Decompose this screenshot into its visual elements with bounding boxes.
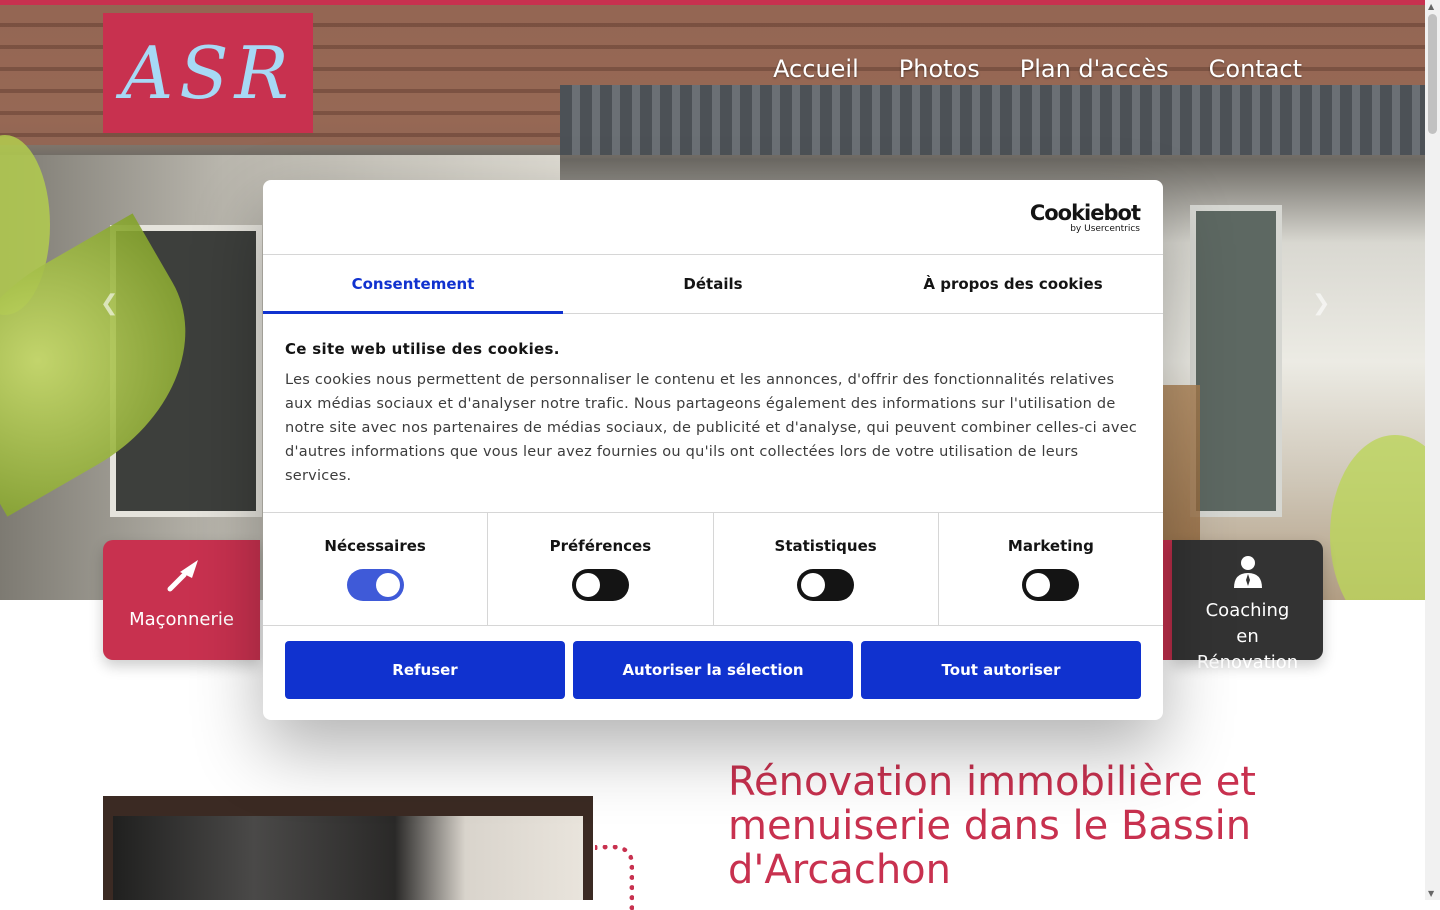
tab-details[interactable]: Détails [563, 255, 863, 313]
toggle-label: Préférences [549, 537, 652, 555]
service-tile-maconnerie[interactable]: Maçonnerie [103, 540, 260, 660]
service-label-line: en [1236, 626, 1259, 647]
page-scrollbar[interactable]: ▲ ▼ [1425, 0, 1440, 900]
toggle-label: Statistiques [774, 537, 877, 555]
toggle-label: Marketing [1007, 537, 1094, 555]
service-label-line: Coaching [1205, 600, 1290, 621]
cookie-consent-dialog: Cookiebot by Usercentrics Consentement D… [263, 180, 1163, 720]
cookie-text: Les cookies nous permettent de personnal… [285, 372, 1138, 484]
cookie-title: Ce site web utilise des cookies. [285, 340, 560, 358]
nav-link-contact[interactable]: Contact [1209, 55, 1302, 83]
toggle-group-necessaires: Nécessaires [263, 513, 489, 625]
toggle-label: Nécessaires [324, 537, 426, 555]
cookie-actions: Refuser Autoriser la sélection Tout auto… [263, 626, 1163, 699]
toggle-group-marketing: Marketing [939, 513, 1163, 625]
section-photo [103, 796, 593, 900]
tab-consentement[interactable]: Consentement [263, 255, 563, 314]
cookiebot-brand: Cookiebot [1029, 201, 1141, 225]
allow-all-button[interactable]: Tout autoriser [861, 641, 1141, 699]
hero-door [1190, 205, 1282, 517]
service-tile-partial [1163, 540, 1172, 660]
allow-selection-button[interactable]: Autoriser la sélection [573, 641, 853, 699]
site-logo[interactable]: ASR [103, 13, 313, 133]
toggle-necessaires[interactable] [346, 569, 404, 601]
toggle-group-statistiques: Statistiques [714, 513, 939, 625]
page-headline: Rénovation immobilière et menuiserie dan… [728, 759, 1256, 893]
toggle-statistiques[interactable] [797, 569, 855, 601]
hero-pergola [560, 85, 1425, 155]
slider-prev-icon[interactable]: ❮ [100, 291, 118, 316]
refuse-button[interactable]: Refuser [285, 641, 565, 699]
decorative-dotted-frame [595, 845, 634, 910]
tab-about-cookies[interactable]: À propos des cookies [863, 255, 1163, 313]
cookie-tabs: Consentement Détails À propos des cookie… [263, 255, 1163, 314]
cookie-description: Ce site web utilise des cookies. Les coo… [263, 314, 1163, 513]
hero-leaf [1330, 435, 1425, 600]
trowel-icon [103, 556, 260, 605]
cookiebot-brand-sub: by Usercentrics [1070, 224, 1140, 234]
toggle-marketing[interactable] [1022, 569, 1080, 601]
service-label-line: Rénovation [1196, 652, 1299, 673]
nav-link-photos[interactable]: Photos [899, 55, 980, 83]
person-icon [1172, 554, 1323, 595]
service-tile-coaching[interactable]: Coaching en Rénovation [1172, 540, 1323, 673]
scroll-down-icon[interactable]: ▼ [1428, 889, 1434, 898]
logo-text: ASR [121, 31, 295, 115]
slider-next-icon[interactable]: ❯ [1312, 291, 1330, 316]
service-label: Maçonnerie [129, 609, 234, 630]
toggle-group-preferences: Préférences [488, 513, 714, 625]
cookie-dialog-header: Cookiebot by Usercentrics [263, 180, 1163, 255]
scroll-up-icon[interactable]: ▲ [1428, 2, 1434, 11]
nav-link-accueil[interactable]: Accueil [773, 55, 859, 83]
scrollbar-thumb[interactable] [1428, 14, 1437, 134]
toggle-preferences[interactable] [571, 569, 629, 601]
cookiebot-logo[interactable]: Cookiebot by Usercentrics [1029, 201, 1141, 234]
nav-link-plan-acces[interactable]: Plan d'accès [1020, 55, 1169, 83]
cookie-category-toggles: Nécessaires Préférences Statistiques Mar… [263, 513, 1163, 626]
main-nav: Accueil Photos Plan d'accès Contact [773, 55, 1302, 83]
